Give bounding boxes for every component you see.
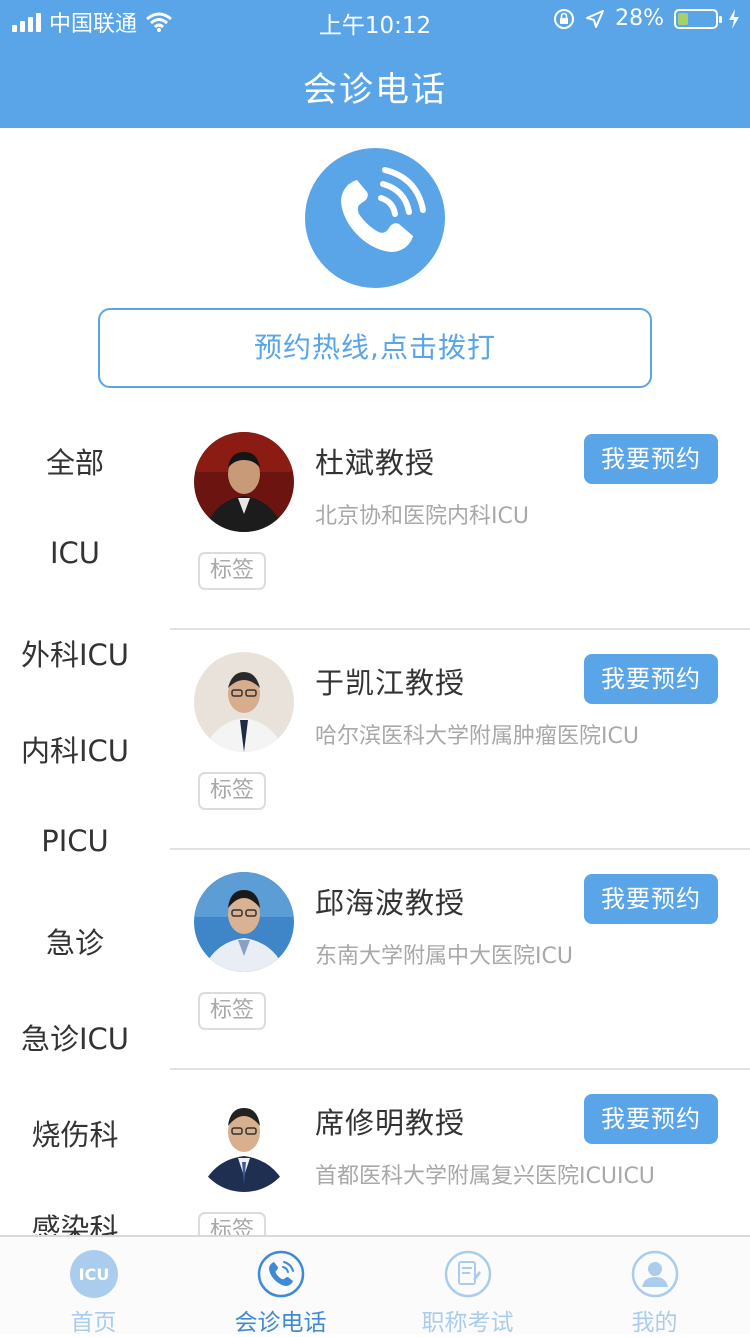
tab-bar: ICU 首页 会诊电话 职称考试 我的: [0, 1235, 750, 1336]
category-item[interactable]: 烧伤科: [0, 1112, 150, 1154]
phone-call-icon[interactable]: [305, 148, 445, 288]
hotline-button[interactable]: 预约热线,点击拨打: [98, 308, 652, 388]
tab-home[interactable]: ICU 首页: [0, 1237, 187, 1336]
category-sidebar: 全部 ICU 外科ICU 内科ICU PICU 急诊 急诊ICU 烧伤科 感染科: [0, 410, 150, 1235]
page-title: 会诊电话: [303, 70, 447, 110]
phone-icon: [257, 1250, 304, 1298]
category-item[interactable]: 急诊ICU: [0, 1016, 150, 1058]
icu-logo-icon: ICU: [69, 1250, 118, 1298]
doctor-avatar: [194, 1092, 294, 1192]
doctor-tag: 标签: [198, 1212, 266, 1235]
rotation-lock-icon: [554, 8, 575, 29]
doctor-avatar: [194, 432, 294, 532]
doctor-hospital: 东南大学附属中大医院ICU: [315, 944, 573, 969]
doctor-name: 于凯江教授: [315, 666, 466, 700]
tab-consult-phone[interactable]: 会诊电话: [187, 1237, 374, 1336]
category-item[interactable]: 内科ICU: [0, 728, 150, 770]
category-item[interactable]: ICU: [0, 536, 150, 570]
exam-icon: [444, 1250, 491, 1298]
tab-label: 职称考试: [421, 1310, 514, 1336]
category-item[interactable]: PICU: [0, 824, 150, 858]
doctor-list: 杜斌教授 我要预约 北京协和医院内科ICU 标签 于凯江教授 我要预约 哈尔滨医…: [170, 410, 750, 1235]
doctor-name: 杜斌教授: [315, 446, 436, 480]
category-item[interactable]: 外科ICU: [0, 632, 150, 674]
doctor-hospital: 首都医科大学附属复兴医院ICUICU: [315, 1164, 655, 1189]
tab-profile[interactable]: 我的: [561, 1237, 748, 1336]
book-appointment-button[interactable]: 我要预约: [584, 654, 718, 704]
doctor-name: 席修明教授: [315, 1106, 466, 1140]
doctor-hospital: 北京协和医院内科ICU: [315, 504, 529, 529]
status-bar: 中国联通 上午10:12 28%: [0, 0, 750, 40]
category-item[interactable]: 感染科: [0, 1206, 150, 1235]
doctor-tag: 标签: [198, 992, 266, 1030]
tab-label: 会诊电话: [234, 1310, 327, 1336]
location-icon: [586, 9, 605, 28]
svg-text:ICU: ICU: [78, 1265, 109, 1284]
book-appointment-button[interactable]: 我要预约: [584, 1094, 718, 1144]
doctor-tag: 标签: [198, 552, 266, 590]
book-appointment-button[interactable]: 我要预约: [584, 434, 718, 484]
doctor-avatar: [194, 652, 294, 752]
doctor-hospital: 哈尔滨医科大学附属肿瘤医院ICU: [315, 724, 639, 749]
doctor-avatar: [194, 872, 294, 972]
doctor-card[interactable]: 于凯江教授 我要预约 哈尔滨医科大学附属肿瘤医院ICU 标签: [170, 630, 750, 850]
user-icon: [631, 1250, 678, 1298]
category-item[interactable]: 急诊: [0, 920, 150, 962]
top-bar: 中国联通 上午10:12 28% 会诊电话: [0, 0, 750, 128]
tab-label: 首页: [70, 1310, 117, 1336]
category-item[interactable]: 全部: [0, 440, 150, 482]
doctor-card[interactable]: 席修明教授 我要预约 首都医科大学附属复兴医院ICUICU 标签: [170, 1070, 750, 1235]
doctor-card[interactable]: 邱海波教授 我要预约 东南大学附属中大医院ICU 标签: [170, 850, 750, 1070]
tab-label: 我的: [631, 1310, 678, 1336]
charging-icon: [729, 8, 739, 29]
tab-exam[interactable]: 职称考试: [374, 1237, 561, 1336]
book-appointment-button[interactable]: 我要预约: [584, 874, 718, 924]
doctor-tag: 标签: [198, 772, 266, 810]
doctor-name: 邱海波教授: [315, 886, 466, 920]
battery-percent: 28%: [615, 6, 664, 31]
doctor-card[interactable]: 杜斌教授 我要预约 北京协和医院内科ICU 标签: [170, 410, 750, 630]
battery-icon: [674, 8, 722, 29]
